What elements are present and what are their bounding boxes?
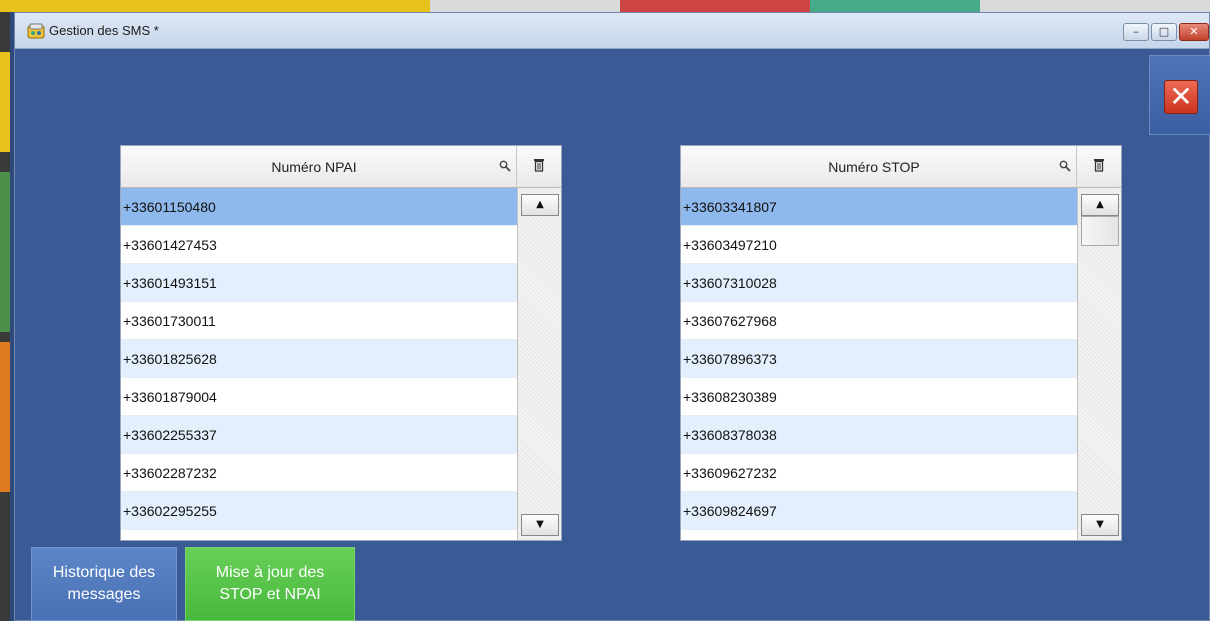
maximize-icon: □ — [1158, 25, 1170, 38]
scroll-up-button[interactable]: ▲ — [1081, 194, 1119, 216]
table-row[interactable]: +33601150480 — [121, 188, 517, 226]
close-icon: ✕ — [1169, 80, 1193, 113]
button-label-line2: messages — [67, 586, 141, 603]
table-row[interactable]: +33601825628 — [121, 340, 517, 378]
vertical-scrollbar[interactable]: ▲ ▼ — [517, 188, 561, 540]
table-row[interactable]: +33602287232 — [121, 454, 517, 492]
table-row[interactable]: +33607896373 — [681, 340, 1077, 378]
arrow-up-icon: ▲ — [536, 199, 544, 210]
table-row[interactable]: +33607627968 — [681, 302, 1077, 340]
table-row[interactable]: +33601879004 — [121, 378, 517, 416]
table-row[interactable]: +33601427453 — [121, 226, 517, 264]
window-controls: – □ ✕ — [1123, 23, 1209, 43]
table-header: Numéro STOP — [681, 146, 1121, 188]
app-icon — [27, 23, 45, 39]
update-stop-npai-button[interactable]: Mise à jour des STOP et NPAI — [185, 547, 355, 621]
table-row[interactable]: +33608378038 — [681, 416, 1077, 454]
column-header-stop[interactable]: Numéro STOP — [681, 146, 1077, 188]
table-header: Numéro NPAI — [121, 146, 561, 188]
button-label-line2: STOP et NPAI — [219, 586, 321, 603]
button-label-line1: Mise à jour des — [215, 564, 325, 581]
stop-rows: +33603341807 +33603497210 +33607310028 +… — [681, 188, 1077, 530]
message-history-button[interactable]: Historique des messages — [31, 547, 177, 621]
arrow-down-icon: ▼ — [536, 519, 544, 530]
arrow-down-icon: ▼ — [1096, 519, 1104, 530]
scroll-down-button[interactable]: ▼ — [1081, 514, 1119, 536]
npai-table: Numéro NPAI +33601150480 +33601427453 +3… — [120, 145, 562, 541]
search-icon[interactable] — [1059, 160, 1071, 172]
column-header-label: Numéro STOP — [828, 159, 920, 175]
column-header-npai[interactable]: Numéro NPAI — [121, 146, 517, 188]
table-row[interactable]: +33603341807 — [681, 188, 1077, 226]
window-close-button[interactable]: ✕ — [1179, 23, 1209, 41]
npai-rows: +33601150480 +33601427453 +33601493151 +… — [121, 188, 517, 530]
table-row[interactable]: +33609824697 — [681, 492, 1077, 530]
stop-table: Numéro STOP +33603341807 +33603497210 +3… — [680, 145, 1122, 541]
arrow-up-icon: ▲ — [1096, 199, 1104, 210]
minimize-icon: – — [1133, 25, 1139, 38]
scroll-up-button[interactable]: ▲ — [521, 194, 559, 216]
close-icon: ✕ — [1189, 25, 1199, 38]
scroll-thumb[interactable] — [1081, 216, 1119, 246]
exit-button[interactable]: ✕ — [1149, 55, 1210, 135]
maximize-button[interactable]: □ — [1151, 23, 1177, 41]
sms-management-window: Gestion des SMS * – □ ✕ ✕ Numéro NPAI +3… — [14, 12, 1210, 621]
scroll-down-button[interactable]: ▼ — [521, 514, 559, 536]
minimize-button[interactable]: – — [1123, 23, 1149, 41]
background-app-sidebar — [0, 12, 10, 621]
search-icon[interactable] — [499, 160, 511, 172]
table-row[interactable]: +33607310028 — [681, 264, 1077, 302]
table-row[interactable]: +33609627232 — [681, 454, 1077, 492]
button-label-line1: Historique des — [52, 564, 156, 581]
table-row[interactable]: +33608230389 — [681, 378, 1077, 416]
trash-icon[interactable] — [1093, 158, 1105, 172]
window-title: Gestion des SMS * — [49, 23, 159, 38]
table-row[interactable]: +33602295255 — [121, 492, 517, 530]
column-header-label: Numéro NPAI — [271, 159, 357, 175]
table-row[interactable]: +33603497210 — [681, 226, 1077, 264]
trash-icon[interactable] — [533, 158, 545, 172]
table-row[interactable]: +33602255337 — [121, 416, 517, 454]
title-bar[interactable]: Gestion des SMS * – □ ✕ — [15, 13, 1209, 49]
table-row[interactable]: +33601493151 — [121, 264, 517, 302]
table-row[interactable]: +33601730011 — [121, 302, 517, 340]
vertical-scrollbar[interactable]: ▲ ▼ — [1077, 188, 1121, 540]
background-app-strip — [0, 0, 1210, 12]
